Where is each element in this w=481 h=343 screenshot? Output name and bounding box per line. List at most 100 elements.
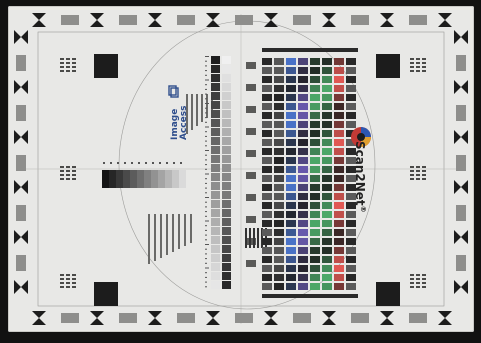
color-patch [286, 265, 296, 272]
color-patch [346, 85, 356, 92]
bar-patch [456, 105, 466, 121]
gray-ramp-patch [211, 272, 220, 280]
ruler-tick [205, 150, 209, 151]
bar-patch [235, 15, 253, 25]
color-patch [274, 229, 284, 236]
resolution-bar [422, 278, 426, 280]
resolution-bar [72, 286, 76, 288]
gray-ramp-patch [211, 227, 220, 235]
color-patch [286, 94, 296, 101]
color-patch [346, 103, 356, 110]
wedge-marker [138, 162, 140, 164]
color-patch [274, 58, 284, 65]
gray-ramp-patch [222, 245, 231, 253]
ruler-tick [205, 117, 207, 119]
resolution-bar [60, 274, 64, 276]
color-patch [322, 247, 332, 254]
color-patch [298, 256, 308, 263]
color-patch [310, 112, 320, 119]
color-patch [286, 76, 296, 83]
color-patch [262, 58, 272, 65]
bowtie-mark [322, 311, 336, 325]
gray-ramp-patch [211, 254, 220, 262]
bowtie-mark [14, 230, 28, 244]
resolution-bar [66, 66, 70, 68]
bowtie-mark [14, 280, 28, 294]
bar-patch [351, 313, 369, 323]
color-patch [322, 175, 332, 182]
color-patch [334, 76, 344, 83]
ruler-tick [205, 93, 207, 95]
bowtie-mark [454, 30, 468, 44]
color-patch [286, 274, 296, 281]
color-patch [322, 157, 332, 164]
color-patch [334, 121, 344, 128]
color-patch [310, 85, 320, 92]
gray-ramp-patch [222, 56, 231, 64]
gray-ramp-patch [211, 65, 220, 73]
bowtie-mark [264, 311, 278, 325]
color-patch [274, 139, 284, 146]
color-patch [346, 76, 356, 83]
gray-ramp-patch [211, 173, 220, 181]
bar-patch [61, 15, 79, 25]
color-patch [274, 166, 284, 173]
color-patch [334, 238, 344, 245]
color-patch [286, 211, 296, 218]
grayscale-patch [144, 170, 151, 188]
color-patch [298, 157, 308, 164]
color-patch [274, 274, 284, 281]
color-patch [322, 85, 332, 92]
color-patch [298, 85, 308, 92]
resolution-bar [410, 62, 414, 64]
gray-ramp-patch [222, 263, 231, 271]
resolution-bar [422, 62, 426, 64]
color-patch [286, 202, 296, 209]
bar-patch [16, 205, 26, 221]
resolution-bar [66, 166, 70, 168]
color-patch [274, 202, 284, 209]
bowtie-mark [322, 13, 336, 27]
gray-ramp-patch [211, 209, 220, 217]
bowtie-mark [90, 311, 104, 325]
color-patch [310, 238, 320, 245]
resolution-bar [72, 58, 76, 60]
gray-ramp-patch [222, 65, 231, 73]
gray-ramp-patch [222, 92, 231, 100]
corner-square [376, 54, 400, 78]
bar-target-line [249, 228, 251, 248]
color-patch [286, 220, 296, 227]
gray-ramp-patch [211, 191, 220, 199]
color-patch [310, 229, 320, 236]
resolution-bar [410, 66, 414, 68]
color-patch [310, 157, 320, 164]
corner-square [376, 282, 400, 306]
gray-ramp-patch [211, 110, 220, 118]
color-patch [334, 193, 344, 200]
color-patch [298, 58, 308, 65]
resolution-bar [60, 58, 64, 60]
color-patch [310, 130, 320, 137]
ruler-tick [205, 206, 207, 208]
resolution-bar [410, 282, 414, 284]
bar-patch [456, 205, 466, 221]
resolution-bar [60, 178, 64, 180]
color-patch [334, 67, 344, 74]
glyph-block [246, 260, 256, 267]
bar-patch [16, 155, 26, 171]
resolution-bar [416, 282, 420, 284]
color-patch [286, 283, 296, 290]
ruler-tick [205, 178, 207, 180]
ruler-tick [205, 60, 207, 62]
bar-target-line [257, 228, 259, 248]
color-patch [322, 148, 332, 155]
glyph-block [246, 216, 256, 223]
color-patch [262, 175, 272, 182]
color-patch [334, 103, 344, 110]
ruler-tick [205, 244, 209, 245]
text-line [172, 214, 174, 252]
color-patch [322, 238, 332, 245]
gray-ramp-patch [222, 209, 231, 217]
color-patch [274, 103, 284, 110]
color-patch [310, 148, 320, 155]
